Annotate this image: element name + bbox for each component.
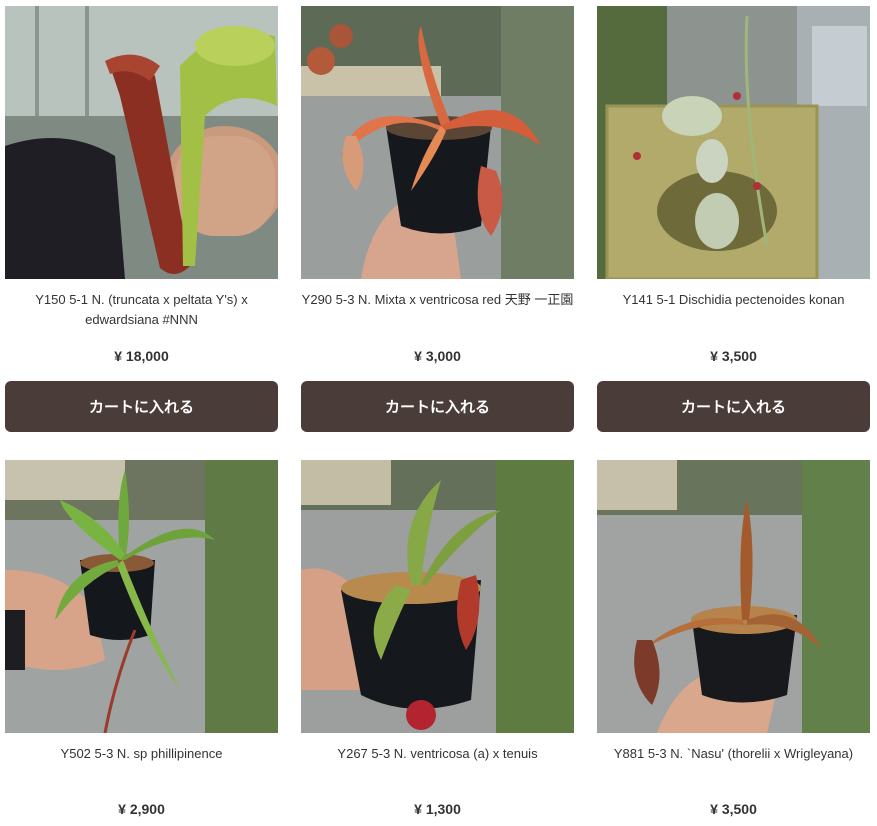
product-image[interactable] [597,6,870,279]
product-title[interactable]: Y290 5-3 N. Mixta x ventricosa red 天野 一正… [301,290,574,310]
product-image[interactable] [597,460,870,733]
product-price: ¥ 18,000 [114,348,169,364]
product-title[interactable]: Y267 5-3 N. ventricosa (a) x tenuis [301,744,574,764]
product-title[interactable]: Y141 5-1 Dischidia pectenoides konan [597,290,870,310]
product-card: Y150 5-1 N. (truncata x peltata Y's) x e… [5,6,278,436]
product-price: ¥ 3,000 [414,348,461,364]
product-card: Y267 5-3 N. ventricosa (a) x tenuis ¥ 1,… [301,460,574,826]
add-to-cart-button[interactable]: カートに入れる [597,381,870,432]
product-title[interactable]: Y881 5-3 N. `Nasu' (thorelii x Wrigleyan… [597,744,870,764]
product-title[interactable]: Y150 5-1 N. (truncata x peltata Y's) x e… [5,290,278,330]
product-image[interactable] [301,6,574,279]
product-title[interactable]: Y502 5-3 N. sp phillipinence [5,744,278,764]
product-image[interactable] [301,460,574,733]
add-to-cart-button[interactable]: カートに入れる [5,381,278,432]
product-price: ¥ 3,500 [710,348,757,364]
product-price: ¥ 3,500 [710,801,757,817]
product-image[interactable] [5,460,278,733]
product-card: Y881 5-3 N. `Nasu' (thorelii x Wrigleyan… [597,460,870,826]
product-price: ¥ 2,900 [118,801,165,817]
product-image[interactable] [5,6,278,279]
product-price: ¥ 1,300 [414,801,461,817]
product-card: Y502 5-3 N. sp phillipinence ¥ 2,900 [5,460,278,826]
product-card: Y290 5-3 N. Mixta x ventricosa red 天野 一正… [301,6,574,436]
product-card: Y141 5-1 Dischidia pectenoides konan ¥ 3… [597,6,870,436]
add-to-cart-button[interactable]: カートに入れる [301,381,574,432]
